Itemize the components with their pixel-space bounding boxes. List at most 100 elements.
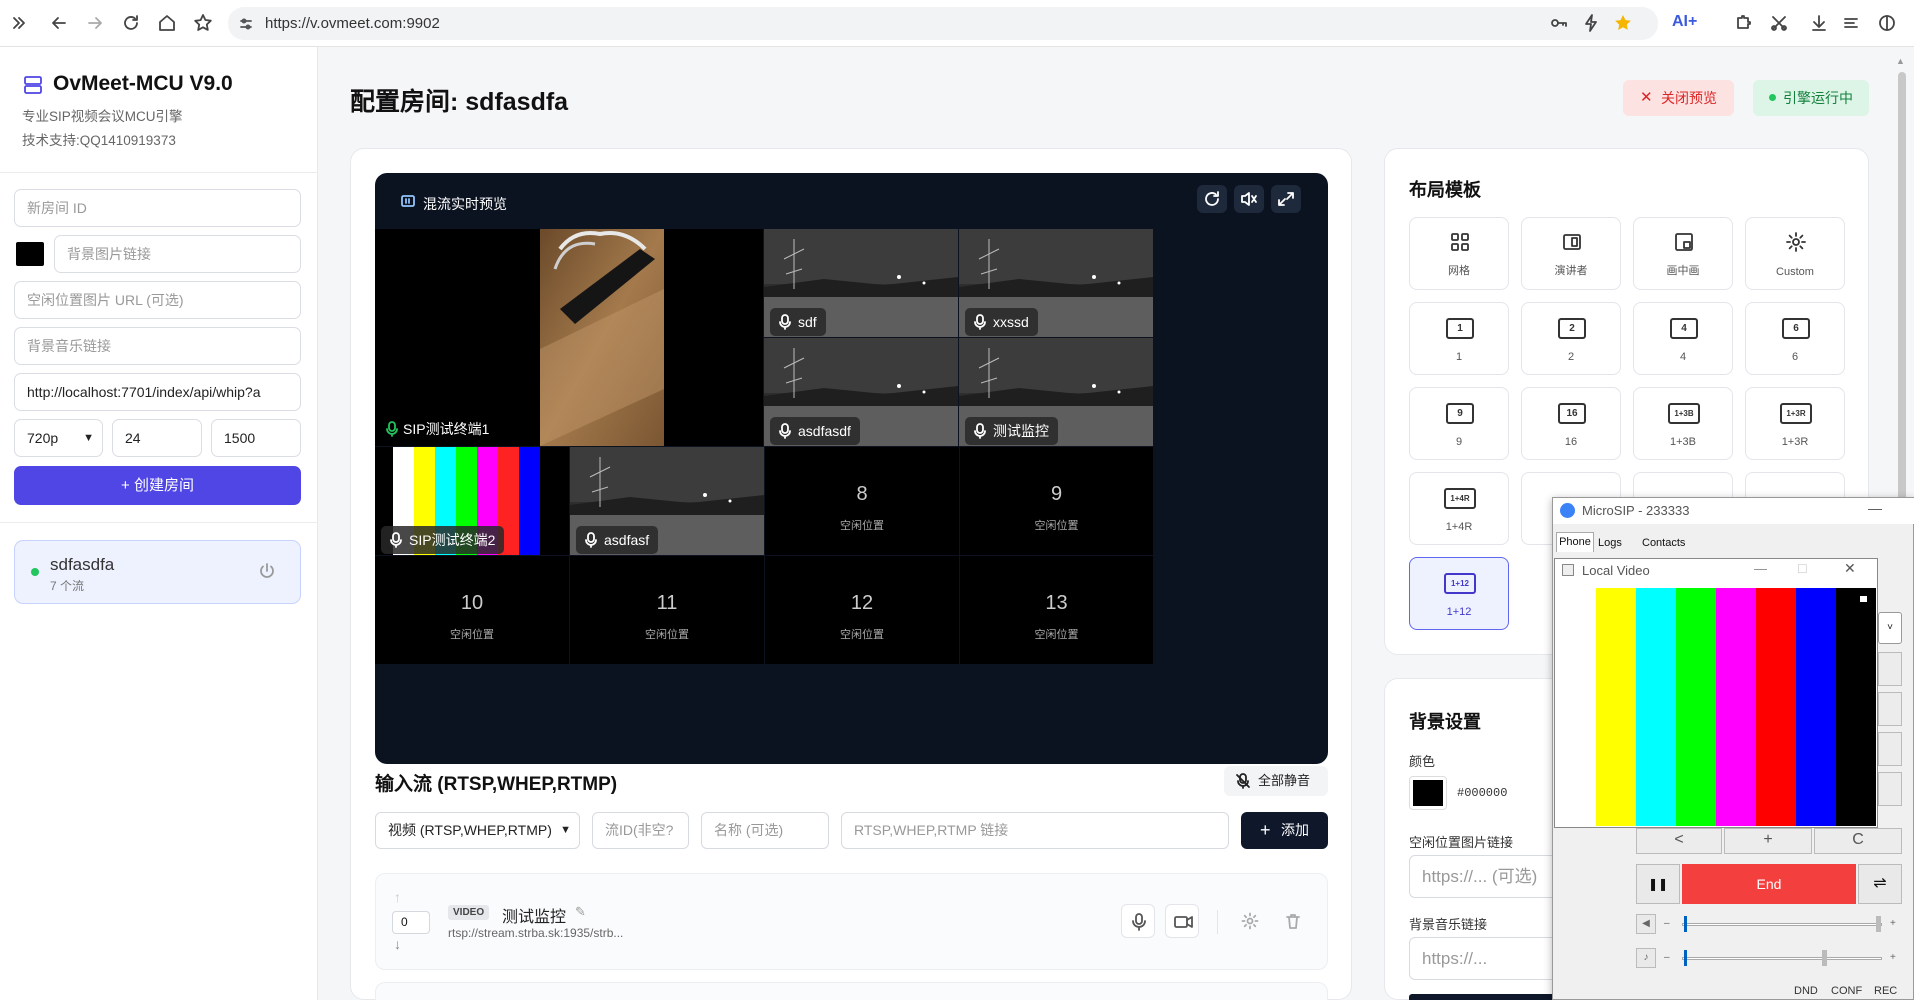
layout-custom-button[interactable]: Custom xyxy=(1745,217,1845,290)
layout-1-4r-button[interactable]: 1+4R 1+4R xyxy=(1409,472,1509,545)
mic-volume-slider[interactable] xyxy=(1682,957,1882,960)
transfer-button[interactable]: ⇌ xyxy=(1858,864,1902,904)
music-input[interactable]: https://... xyxy=(1409,937,1559,980)
layout-1-3r-button[interactable]: 1+3R 1+3R xyxy=(1745,387,1845,460)
screenshot-icon[interactable] xyxy=(1768,12,1790,34)
tab-phone[interactable]: Phone xyxy=(1556,532,1594,552)
fullscreen-button[interactable] xyxy=(1271,185,1301,213)
video-tile-sip-terminal-2[interactable]: SIP测试终端2 xyxy=(375,447,569,555)
minimize-icon[interactable]: — xyxy=(1868,500,1882,516)
stream-mic-button[interactable] xyxy=(1121,904,1155,938)
video-tile-asdfasf[interactable]: asdfasf xyxy=(570,447,764,555)
refresh-button[interactable] xyxy=(1197,185,1227,213)
close-icon[interactable]: ✕ xyxy=(1844,560,1856,577)
idle-slot[interactable]: 10 空闲位置 xyxy=(375,556,569,664)
create-room-button[interactable]: + 创建房间 xyxy=(14,466,301,505)
dialpad-key[interactable] xyxy=(1878,692,1902,726)
sidebar-toggle-icon[interactable] xyxy=(8,12,30,34)
profile-icon[interactable] xyxy=(1876,12,1898,34)
video-tile-sip-terminal-1[interactable]: SIP测试终端1 xyxy=(375,229,763,446)
stream-id-input[interactable]: 流ID(非空? xyxy=(592,812,689,849)
bg-color-swatch[interactable] xyxy=(16,242,44,266)
layout-1-3b-button[interactable]: 1+3B 1+3B xyxy=(1633,387,1733,460)
url-text[interactable]: https://v.ovmeet.com:9902 xyxy=(265,15,440,32)
menu-icon[interactable] xyxy=(1840,12,1862,34)
layout-pip-button[interactable]: 画中画 xyxy=(1633,217,1733,290)
microsip-dropdown[interactable]: ˅ xyxy=(1878,612,1902,644)
dnd-status[interactable]: DND xyxy=(1794,985,1818,997)
forward-icon[interactable] xyxy=(84,12,106,34)
starred-icon[interactable] xyxy=(1612,12,1634,34)
video-tile-monitor[interactable]: 测试监控 xyxy=(959,338,1153,446)
bg-image-input[interactable]: 背景图片链接 xyxy=(54,235,301,273)
bg-music-input[interactable]: 背景音乐链接 xyxy=(14,327,301,365)
dialpad-key[interactable] xyxy=(1878,652,1902,686)
trash-icon[interactable] xyxy=(1284,912,1302,930)
idle-slot[interactable]: 12 空闲位置 xyxy=(765,556,959,664)
gear-icon[interactable] xyxy=(1241,912,1259,930)
idle-slot[interactable]: 11 空闲位置 xyxy=(570,556,764,664)
fps-input[interactable]: 24 xyxy=(112,419,202,457)
layout-speaker-button[interactable]: 演讲者 xyxy=(1521,217,1621,290)
page-scrollbar-thumb[interactable] xyxy=(1898,72,1906,502)
video-tile-asdfasdf[interactable]: asdfasdf xyxy=(764,338,958,446)
stream-name-input[interactable]: 名称 (可选) xyxy=(701,812,829,849)
mic-slider-thumb[interactable] xyxy=(1822,950,1827,966)
whip-url-input[interactable]: http://localhost:7701/index/api/whip?a xyxy=(14,373,301,411)
idle-slot[interactable]: 13 空闲位置 xyxy=(960,556,1153,664)
rec-status[interactable]: REC xyxy=(1874,985,1897,997)
new-room-id-input[interactable]: 新房间 ID xyxy=(14,189,301,227)
move-up-icon[interactable]: ↑ xyxy=(394,889,401,905)
hold-button[interactable]: ❚❚ xyxy=(1636,864,1680,904)
bookmark-star-icon[interactable] xyxy=(192,12,214,34)
edit-icon[interactable]: ✎ xyxy=(575,904,586,920)
power-icon[interactable] xyxy=(258,562,276,580)
layout-16-button[interactable]: 16 16 xyxy=(1521,387,1621,460)
dialpad-key[interactable] xyxy=(1878,772,1902,806)
tab-logs[interactable]: Logs xyxy=(1598,534,1622,552)
layout-9-button[interactable]: 99 xyxy=(1409,387,1509,460)
order-input[interactable]: 0 xyxy=(392,911,430,934)
key-back[interactable]: < xyxy=(1636,828,1722,854)
stream-type-select[interactable]: 视频 (RTSP,WHEP,RTMP) ▼ xyxy=(375,812,580,849)
speaker-volume-icon[interactable]: ◀ xyxy=(1636,914,1656,934)
idle-slot[interactable]: 9 空闲位置 xyxy=(960,447,1153,555)
color-picker[interactable] xyxy=(1409,776,1447,810)
dialpad-key[interactable] xyxy=(1878,732,1902,766)
add-stream-button[interactable]: + 添加 xyxy=(1241,812,1328,849)
move-down-icon[interactable]: ↓ xyxy=(394,936,401,952)
layout-1-button[interactable]: 11 xyxy=(1409,302,1509,375)
site-info-icon[interactable] xyxy=(238,16,254,32)
idle-image-input[interactable]: 空闲位置图片 URL (可选) xyxy=(14,281,301,319)
mute-all-button[interactable]: 全部静音 xyxy=(1224,766,1328,796)
address-bar[interactable] xyxy=(228,7,1658,40)
layout-4-button[interactable]: 44 xyxy=(1633,302,1733,375)
home-icon[interactable] xyxy=(156,12,178,34)
maximize-icon[interactable]: ☐ xyxy=(1797,562,1808,576)
conf-status[interactable]: CONF xyxy=(1831,985,1862,997)
mic-volume-icon[interactable]: ♪ xyxy=(1636,948,1656,968)
close-preview-button[interactable]: ✕ 关闭预览 xyxy=(1623,80,1734,116)
minimize-icon[interactable]: — xyxy=(1754,561,1767,576)
key-plus[interactable]: + xyxy=(1724,828,1812,854)
download-icon[interactable] xyxy=(1808,12,1830,34)
tab-contacts[interactable]: Contacts xyxy=(1642,534,1685,552)
scroll-up-icon[interactable]: ▲ xyxy=(1896,56,1906,68)
mute-preview-button[interactable] xyxy=(1234,185,1264,213)
layout-grid-button[interactable]: 网格 xyxy=(1409,217,1509,290)
stream-url-input[interactable]: RTSP,WHEP,RTMP 链接 xyxy=(841,812,1229,849)
layout-1-12-button[interactable]: 1+12 1+12 xyxy=(1409,557,1509,630)
extensions-icon[interactable] xyxy=(1732,12,1754,34)
layout-2-button[interactable]: 22 xyxy=(1521,302,1621,375)
video-tile-sdf[interactable]: sdf xyxy=(764,229,958,337)
resolution-select[interactable]: 720p ▼ xyxy=(14,419,103,457)
key-icon[interactable] xyxy=(1548,12,1570,34)
bitrate-input[interactable]: 1500 xyxy=(211,419,301,457)
back-icon[interactable] xyxy=(48,12,70,34)
video-tile-xxssd[interactable]: xxssd xyxy=(959,229,1153,337)
key-clear[interactable]: C xyxy=(1814,828,1902,854)
stream-camera-button[interactable] xyxy=(1165,904,1199,938)
ai-assistant-icon[interactable]: AI+ xyxy=(1672,13,1697,31)
speaker-slider-thumb[interactable] xyxy=(1876,916,1881,932)
idle-slot[interactable]: 8 空闲位置 xyxy=(765,447,959,555)
